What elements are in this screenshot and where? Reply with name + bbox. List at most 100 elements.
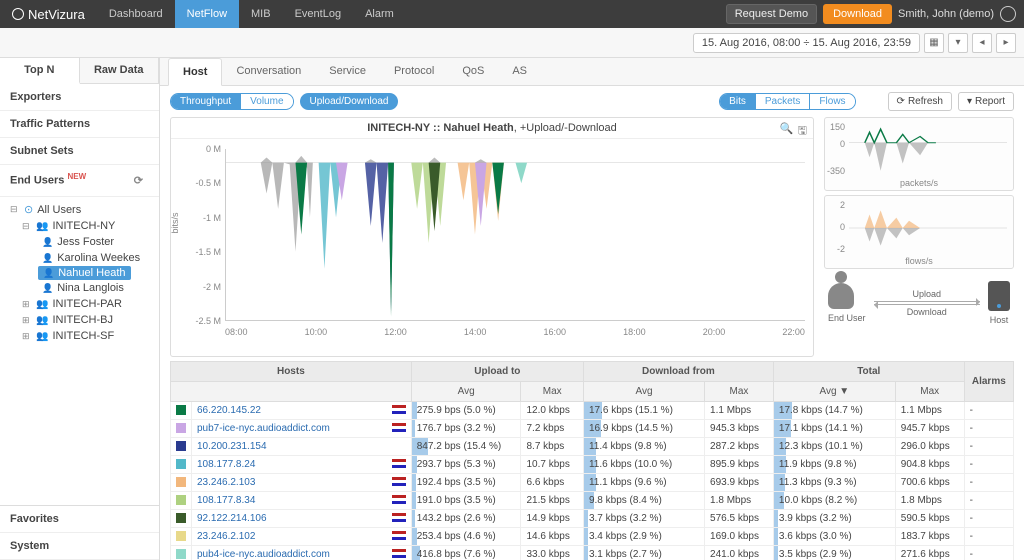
view-tab-as[interactable]: AS	[498, 58, 541, 85]
view-tab-conversation[interactable]: Conversation	[222, 58, 315, 85]
side-favorites[interactable]: Favorites	[0, 506, 159, 533]
up-max: 33.0 kbps	[521, 546, 583, 560]
th-download[interactable]: Download from	[583, 362, 773, 382]
th-total[interactable]: Total	[773, 362, 964, 382]
plot-area[interactable]	[225, 149, 805, 321]
tree-user[interactable]: 👤 Jess Foster	[6, 234, 159, 250]
tree-group[interactable]: ⊞👥 INITECH-PAR	[6, 296, 159, 312]
dn-max: 1.8 Mbps	[705, 492, 774, 510]
bar-cell: 847.2 bps (15.4 %)	[411, 438, 521, 456]
up-max: 12.0 kbps	[521, 402, 583, 420]
bar-cell: 10.0 kbps (8.2 %)	[773, 492, 895, 510]
side-end-users[interactable]: End Users NEW ⟳	[0, 165, 159, 197]
host-cell[interactable]: pub4-ice-nyc.audioaddict.com	[192, 546, 412, 560]
th-t-max[interactable]: Max	[895, 382, 964, 402]
xtick: 14:00	[464, 327, 487, 337]
user-name[interactable]: Smith, John (demo)	[898, 8, 994, 20]
tree-group[interactable]: ⊞👥 INITECH-SF	[6, 328, 159, 344]
th-up-avg[interactable]: Avg	[411, 382, 521, 402]
pill-flows[interactable]: Flows	[810, 94, 854, 109]
table-row[interactable]: 10.200.231.154847.2 bps (15.4 %)8.7 kbps…	[171, 438, 1014, 456]
tree-user[interactable]: 👤 Nina Langlois	[6, 280, 159, 296]
side-exporters[interactable]: Exporters	[0, 84, 159, 111]
host-cell[interactable]: 108.177.8.34	[192, 492, 412, 510]
th-upload[interactable]: Upload to	[411, 362, 583, 382]
host-cell[interactable]: 23.246.2.102	[192, 528, 412, 546]
dropdown-icon[interactable]: ▾	[948, 33, 968, 53]
xtick: 12:00	[384, 327, 407, 337]
flag-icon	[392, 423, 406, 432]
logo[interactable]: NetVizura	[0, 0, 97, 28]
bar-cell: 3.6 kbps (3.0 %)	[773, 528, 895, 546]
date-range-picker[interactable]: 15. Aug 2016, 08:00 ÷ 15. Aug 2016, 23:5…	[693, 33, 920, 53]
view-tab-protocol[interactable]: Protocol	[380, 58, 448, 85]
tree-user[interactable]: 👤 Karolina Weekes	[6, 250, 159, 266]
side-system[interactable]: System	[0, 533, 159, 560]
pill-volume[interactable]: Volume	[241, 94, 292, 109]
th-alarms[interactable]: Alarms	[964, 362, 1013, 402]
topnav-eventlog[interactable]: EventLog	[283, 0, 353, 28]
view-tab-service[interactable]: Service	[315, 58, 380, 85]
main-chart[interactable]: INITECH-NY :: Nahuel Heath, +Upload/-Dow…	[170, 117, 814, 357]
table-row[interactable]: 23.246.2.103192.4 bps (3.5 %)6.6 kbps11.…	[171, 474, 1014, 492]
sidetab-topn[interactable]: Top N	[0, 58, 80, 84]
next-icon[interactable]: ▸	[996, 33, 1016, 53]
end-user-icon	[828, 283, 854, 309]
bar-cell: 11.3 kbps (9.3 %)	[773, 474, 895, 492]
topnav-netflow[interactable]: NetFlow	[175, 0, 239, 28]
side-subnet-sets[interactable]: Subnet Sets	[0, 138, 159, 165]
calendar-icon[interactable]: ▦	[924, 33, 944, 53]
side-traffic-patterns[interactable]: Traffic Patterns	[0, 111, 159, 138]
hosts-table: HostsUpload toDownload fromTotalAlarms Av…	[170, 361, 1014, 560]
pill-upload-download[interactable]: Upload/Download	[300, 93, 399, 110]
view-tab-qos[interactable]: QoS	[448, 58, 498, 85]
pill-throughput[interactable]: Throughput	[171, 94, 240, 109]
table-row[interactable]: 66.220.145.22275.9 bps (5.0 %)12.0 kbps1…	[171, 402, 1014, 420]
report-button[interactable]: ▾Report	[958, 92, 1014, 111]
dn-max: 169.0 kbps	[705, 528, 774, 546]
table-row[interactable]: 23.246.2.102253.4 bps (4.6 %)14.6 kbps3.…	[171, 528, 1014, 546]
download-button[interactable]: Download	[823, 4, 892, 24]
refresh-button[interactable]: ⟳Refresh	[888, 92, 952, 111]
table-row[interactable]: pub4-ice-nyc.audioaddict.com416.8 bps (7…	[171, 546, 1014, 560]
bar-cell: 3.4 kbps (2.9 %)	[583, 528, 704, 546]
th-dn-max[interactable]: Max	[705, 382, 774, 402]
topnav-dashboard[interactable]: Dashboard	[97, 0, 175, 28]
tree-group[interactable]: ⊟👥 INITECH-NY	[6, 218, 159, 234]
host-cell[interactable]: 10.200.231.154	[192, 438, 412, 456]
prev-icon[interactable]: ◂	[972, 33, 992, 53]
table-row[interactable]: 92.122.214.106143.2 bps (2.6 %)14.9 kbps…	[171, 510, 1014, 528]
host-cell[interactable]: 92.122.214.106	[192, 510, 412, 528]
table-row[interactable]: 108.177.8.34191.0 bps (3.5 %)21.5 kbps9.…	[171, 492, 1014, 510]
mini-chart-flows[interactable]: 2 0 -2 flows/s	[824, 195, 1014, 269]
dn-max: 287.2 kbps	[705, 438, 774, 456]
topnav-mib[interactable]: MIB	[239, 0, 283, 28]
bar-cell: 293.7 bps (5.3 %)	[411, 456, 521, 474]
refresh-tree-icon[interactable]: ⟳	[128, 172, 149, 189]
th-t-avg[interactable]: Avg ▼	[773, 382, 895, 402]
bar-cell: 11.4 kbps (9.8 %)	[583, 438, 704, 456]
alarms: -	[964, 510, 1013, 528]
view-tab-host[interactable]: Host	[168, 58, 222, 86]
th-up-max[interactable]: Max	[521, 382, 583, 402]
topnav-alarm[interactable]: Alarm	[353, 0, 406, 28]
tree-group[interactable]: ⊞👥 INITECH-BJ	[6, 312, 159, 328]
table-row[interactable]: 108.177.8.24293.7 bps (5.3 %)10.7 kbps11…	[171, 456, 1014, 474]
sidetab-raw[interactable]: Raw Data	[80, 58, 160, 83]
mini-chart-packets[interactable]: 150 0 -350 packets/s	[824, 117, 1014, 191]
th-dn-avg[interactable]: Avg	[583, 382, 704, 402]
tree-root[interactable]: ⊟⊙ All Users	[6, 201, 159, 218]
pill-packets[interactable]: Packets	[756, 94, 810, 109]
host-cell[interactable]: 108.177.8.24	[192, 456, 412, 474]
host-cell[interactable]: pub7-ice-nyc.audioaddict.com	[192, 420, 412, 438]
pill-bits[interactable]: Bits	[720, 94, 755, 109]
tree-user[interactable]: 👤 Nahuel Heath	[6, 266, 159, 280]
table-row[interactable]: pub7-ice-nyc.audioaddict.com176.7 bps (3…	[171, 420, 1014, 438]
swatch-cell	[171, 402, 192, 420]
request-demo-button[interactable]: Request Demo	[726, 4, 817, 24]
host-cell[interactable]: 23.246.2.103	[192, 474, 412, 492]
host-cell[interactable]: 66.220.145.22	[192, 402, 412, 420]
th-hosts[interactable]: Hosts	[171, 362, 412, 382]
gear-icon[interactable]	[1000, 6, 1016, 22]
swatch-cell	[171, 438, 192, 456]
